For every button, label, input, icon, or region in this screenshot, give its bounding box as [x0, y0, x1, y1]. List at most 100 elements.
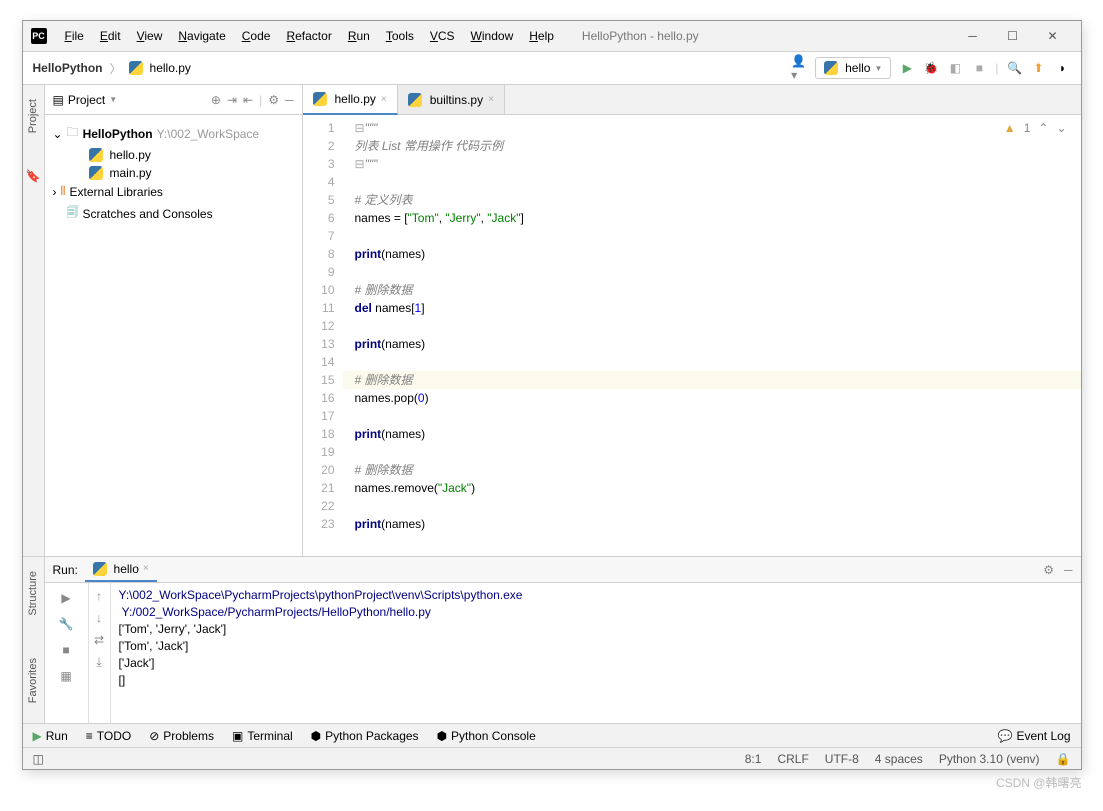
tool-windows-icon[interactable]: ◫: [33, 752, 44, 766]
tools-icon[interactable]: 🔧: [57, 615, 75, 633]
user-icon[interactable]: 👤▾: [791, 60, 807, 76]
project-panel-header: ▤ Project ▼ ⊕ ⇥ ⇤ | ⚙ ─: [45, 85, 302, 115]
minimize-button[interactable]: ─: [953, 24, 993, 48]
main-area: Project 🔖 ▤ Project ▼ ⊕ ⇥ ⇤ | ⚙ ─ ⌄ 🗀: [23, 85, 1081, 556]
python-packages-button[interactable]: ⬢ Python Packages: [311, 729, 419, 743]
run-tab[interactable]: hello ×: [85, 558, 157, 582]
bottom-tool-bar: ▶ Run ≡ TODO ⊘ Problems ▣ Terminal ⬢ Pyt…: [23, 723, 1081, 747]
menu-tools[interactable]: Tools: [378, 25, 422, 47]
tree-scratches[interactable]: 🗐 Scratches and Consoles: [45, 201, 302, 226]
library-icon: ⫴: [61, 184, 66, 199]
code-content[interactable]: ⊟"""列表 List 常用操作 代码示例⊟""" # 定义列表names = …: [343, 115, 1081, 556]
close-button[interactable]: ✕: [1033, 24, 1073, 48]
expand-arrow-icon: ⌄: [53, 127, 63, 141]
indent-setting[interactable]: 4 spaces: [875, 752, 923, 766]
close-icon[interactable]: ×: [488, 94, 494, 105]
collapse-icon[interactable]: ⇤: [243, 93, 253, 107]
menu-file[interactable]: File: [57, 25, 92, 47]
python-file-icon: [89, 166, 103, 180]
python-console-button[interactable]: ⬢ Python Console: [437, 729, 536, 743]
menu-vcs[interactable]: VCS: [422, 25, 463, 47]
editor-tab[interactable]: builtins.py×: [398, 85, 505, 114]
wrap-icon[interactable]: ⇄: [94, 633, 104, 647]
chevron-down-icon[interactable]: ⌄: [1056, 121, 1066, 135]
ide-window: PC FileEditViewNavigateCodeRefactorRunTo…: [22, 20, 1082, 770]
locate-icon[interactable]: ⊕: [211, 93, 221, 107]
ide-features-button[interactable]: ◗: [1055, 60, 1071, 76]
project-tree: ⌄ 🗀 HelloPython Y:\002_WorkSpace hello.p…: [45, 115, 302, 232]
scroll-icon[interactable]: ⤓: [96, 655, 101, 670]
close-icon[interactable]: ×: [143, 563, 149, 574]
todo-tool-button[interactable]: ≡ TODO: [86, 729, 131, 743]
title-bar: PC FileEditViewNavigateCodeRefactorRunTo…: [23, 21, 1081, 51]
menu-view[interactable]: View: [129, 25, 171, 47]
favorites-tool-tab[interactable]: Favorites: [25, 652, 41, 709]
run-side-toolbar: ↑ ↓ ⇄ ⤓: [89, 583, 111, 723]
menu-navigate[interactable]: Navigate: [170, 25, 233, 47]
up-icon[interactable]: ↑: [96, 589, 102, 603]
menu-window[interactable]: Window: [463, 25, 522, 47]
line-separator[interactable]: CRLF: [777, 752, 808, 766]
tree-file[interactable]: hello.py: [45, 146, 302, 164]
gear-icon[interactable]: ⚙: [1043, 563, 1054, 577]
console-output[interactable]: Y:\002_WorkSpace\PycharmProjects\pythonP…: [111, 583, 1081, 723]
close-icon[interactable]: ×: [381, 94, 387, 105]
debug-button[interactable]: 🐞: [923, 60, 939, 76]
gear-icon[interactable]: ⚙: [268, 93, 279, 107]
search-button[interactable]: 🔍: [1007, 60, 1023, 76]
hide-icon[interactable]: ─: [1064, 563, 1073, 577]
structure-tool-tab[interactable]: Structure: [25, 565, 41, 622]
stop-icon[interactable]: ■: [57, 641, 75, 659]
caret-position[interactable]: 8:1: [745, 752, 762, 766]
breadcrumb-project[interactable]: HelloPython: [33, 61, 103, 75]
lock-icon[interactable]: 🔒: [1056, 752, 1071, 766]
editor-tab[interactable]: hello.py×: [303, 85, 398, 115]
hide-icon[interactable]: ─: [285, 93, 294, 107]
menu-code[interactable]: Code: [234, 25, 279, 47]
run-configuration-selector[interactable]: hello ▼: [815, 57, 891, 79]
python-icon: [93, 562, 107, 576]
breadcrumb-file[interactable]: hello.py: [150, 61, 191, 75]
coverage-button[interactable]: ◧: [947, 60, 963, 76]
project-panel: ▤ Project ▼ ⊕ ⇥ ⇤ | ⚙ ─ ⌄ 🗀 HelloPython …: [45, 85, 303, 556]
window-title: HelloPython - hello.py: [562, 29, 953, 43]
project-tool-tab[interactable]: Project: [25, 93, 41, 139]
chevron-right-icon: 〉: [110, 60, 122, 77]
run-button[interactable]: ▶: [899, 60, 915, 76]
tree-external-libs[interactable]: › ⫴ External Libraries: [45, 182, 302, 201]
left-tool-strip-lower: Structure Favorites: [23, 557, 45, 723]
python-file-icon: [313, 92, 327, 106]
run-tool-button[interactable]: ▶ Run: [33, 729, 68, 743]
tree-file[interactable]: main.py: [45, 164, 302, 182]
run-toolbar: ▶ 🔧 ■ ▦: [45, 583, 89, 723]
menu-edit[interactable]: Edit: [92, 25, 129, 47]
menu-run[interactable]: Run: [340, 25, 378, 47]
bookmark-icon[interactable]: 🔖: [26, 169, 41, 183]
menu-help[interactable]: Help: [521, 25, 562, 47]
problems-tool-button[interactable]: ⊘ Problems: [149, 729, 214, 743]
scratches-icon: 🗐: [67, 203, 79, 224]
terminal-tool-button[interactable]: ▣ Terminal: [232, 729, 293, 743]
python-file-icon: [89, 148, 103, 162]
down-icon[interactable]: ↓: [96, 611, 102, 625]
python-file-icon: [129, 61, 143, 75]
warning-icon: ▲: [1004, 121, 1016, 135]
file-encoding[interactable]: UTF-8: [825, 752, 859, 766]
chevron-up-icon[interactable]: ⌃: [1038, 121, 1048, 135]
stop-button[interactable]: ■: [971, 60, 987, 76]
update-button[interactable]: ⬆: [1031, 60, 1047, 76]
tree-root[interactable]: ⌄ 🗀 HelloPython Y:\002_WorkSpace: [45, 121, 302, 146]
python-interpreter[interactable]: Python 3.10 (venv): [939, 752, 1040, 766]
project-icon: ▤: [53, 93, 64, 107]
rerun-icon[interactable]: ▶: [57, 589, 75, 607]
layout-icon[interactable]: ▦: [57, 667, 75, 685]
code-editor[interactable]: ▲1 ⌃⌄ 1234567891011121314151617181920212…: [303, 115, 1081, 556]
event-log-button[interactable]: 💬 Event Log: [998, 729, 1071, 743]
editor-area: hello.py×builtins.py× ▲1 ⌃⌄ 123456789101…: [303, 85, 1081, 556]
maximize-button[interactable]: ☐: [993, 24, 1033, 48]
menu-refactor[interactable]: Refactor: [278, 25, 339, 47]
toolbar-right: 👤▾ hello ▼ ▶ 🐞 ◧ ■ | 🔍 ⬆ ◗: [791, 57, 1070, 79]
inspection-widget[interactable]: ▲1 ⌃⌄: [1004, 121, 1067, 135]
run-label: Run:: [53, 563, 78, 577]
expand-icon[interactable]: ⇥: [227, 93, 237, 107]
